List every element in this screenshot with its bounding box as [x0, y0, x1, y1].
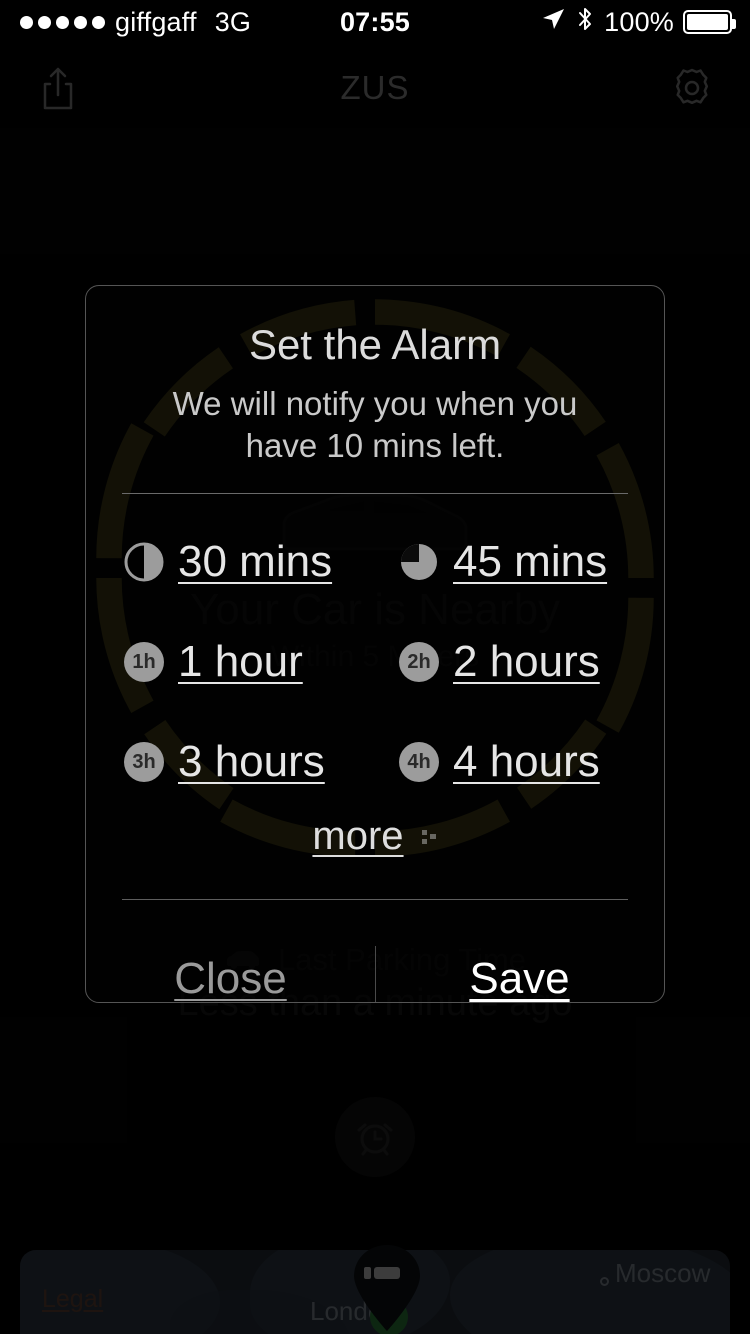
gear-icon[interactable] — [668, 64, 716, 112]
navigation-bar: ZUS — [0, 44, 750, 132]
2h-circle-icon: 2h — [399, 642, 439, 682]
option-1-hour[interactable]: 1h 1 hour — [86, 612, 389, 712]
option-45-mins[interactable]: 45 mins — [389, 512, 664, 612]
option-2-hours[interactable]: 2h 2 hours — [389, 612, 664, 712]
more-options-button[interactable]: more — [86, 814, 664, 859]
dialog-divider-bottom — [122, 899, 628, 900]
option-icon-text: 2h — [399, 642, 439, 682]
status-right: 100% — [376, 5, 750, 40]
dialog-actions: Close Save — [86, 924, 664, 1002]
battery-icon — [683, 10, 736, 34]
save-action-cell[interactable]: Save — [375, 924, 664, 1002]
option-row: 3h 3 hours 4h 4 hours — [86, 712, 664, 812]
option-label: 2 hours — [453, 637, 600, 686]
option-icon-text: 3h — [124, 742, 164, 782]
4h-circle-icon: 4h — [399, 742, 439, 782]
option-row: 1h 1 hour 2h 2 hours — [86, 612, 664, 712]
option-label: 4 hours — [453, 737, 600, 786]
1h-circle-icon: 1h — [124, 642, 164, 682]
3h-circle-icon: 3h — [124, 742, 164, 782]
action-divider — [375, 946, 376, 1002]
option-icon-text: 4h — [399, 742, 439, 782]
alarm-options: 30 mins 45 mins 1h 1 hour 2h 2 hours 3h … — [86, 512, 664, 812]
dialog-divider-top — [122, 493, 628, 494]
location-arrow-icon — [540, 6, 566, 39]
set-alarm-dialog: Set the Alarm We will notify you when yo… — [85, 285, 665, 1003]
share-icon[interactable] — [34, 64, 82, 112]
dialog-title: Set the Alarm — [248, 321, 502, 368]
app-screen: Your Car is Nearby Within 5 Meters Last … — [0, 0, 750, 1334]
status-bar: giffgaff 3G 07:55 100% — [0, 0, 750, 44]
more-dots-icon — [414, 825, 438, 849]
bluetooth-icon — [575, 5, 595, 40]
option-4-hours[interactable]: 4h 4 hours — [389, 712, 664, 812]
option-label: 3 hours — [178, 737, 325, 786]
option-label: 45 mins — [453, 537, 608, 586]
option-3-hours[interactable]: 3h 3 hours — [86, 712, 389, 812]
option-label: 1 hour — [178, 637, 303, 686]
battery-percent: 100% — [604, 6, 674, 37]
option-30-mins[interactable]: 30 mins — [86, 512, 389, 612]
half-circle-icon — [124, 542, 164, 582]
page-title: ZUS — [340, 69, 410, 106]
close-button[interactable]: Close — [174, 954, 287, 1002]
more-label: more — [312, 814, 404, 858]
three-quarter-circle-icon — [399, 542, 439, 582]
close-action-cell[interactable]: Close — [86, 924, 375, 1002]
save-button[interactable]: Save — [469, 954, 569, 1002]
option-label: 30 mins — [178, 537, 333, 586]
dialog-subtitle: We will notify you when you have 10 mins… — [172, 385, 578, 464]
option-icon-text: 1h — [124, 642, 164, 682]
option-row: 30 mins 45 mins — [86, 512, 664, 612]
